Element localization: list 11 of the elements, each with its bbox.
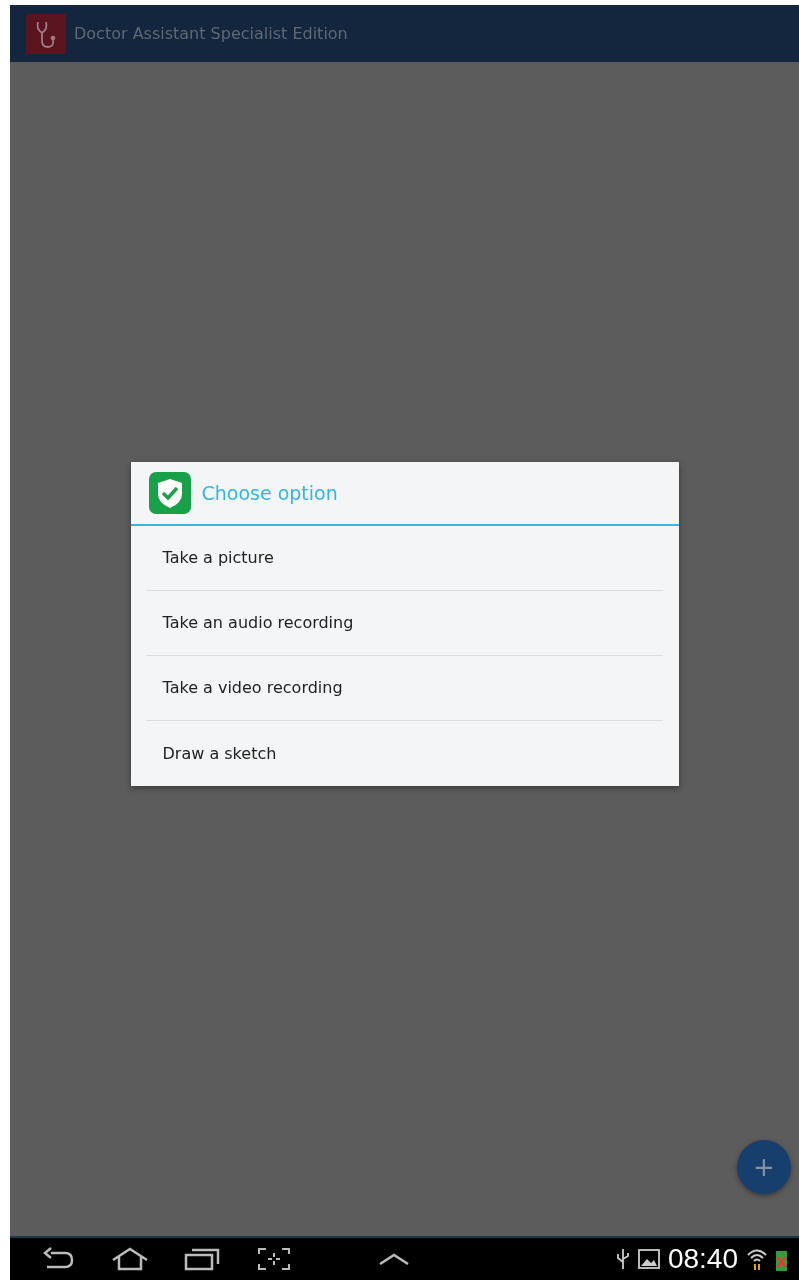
option-item[interactable]: Take a video recording	[146, 656, 663, 721]
shield-check-icon	[148, 472, 191, 514]
image-icon	[637, 1249, 660, 1269]
app-title: Doctor Assistant Specialist Edition	[74, 22, 348, 45]
wifi-icon	[746, 1247, 768, 1271]
clock: 08:40	[667, 1242, 738, 1276]
option-item[interactable]: Take an audio recording	[146, 591, 663, 656]
option-item[interactable]: Take a picture	[146, 526, 663, 591]
dialog-title: Choose option	[201, 480, 338, 506]
option-item[interactable]: Draw a sketch	[146, 721, 663, 786]
usb-icon	[615, 1248, 630, 1270]
